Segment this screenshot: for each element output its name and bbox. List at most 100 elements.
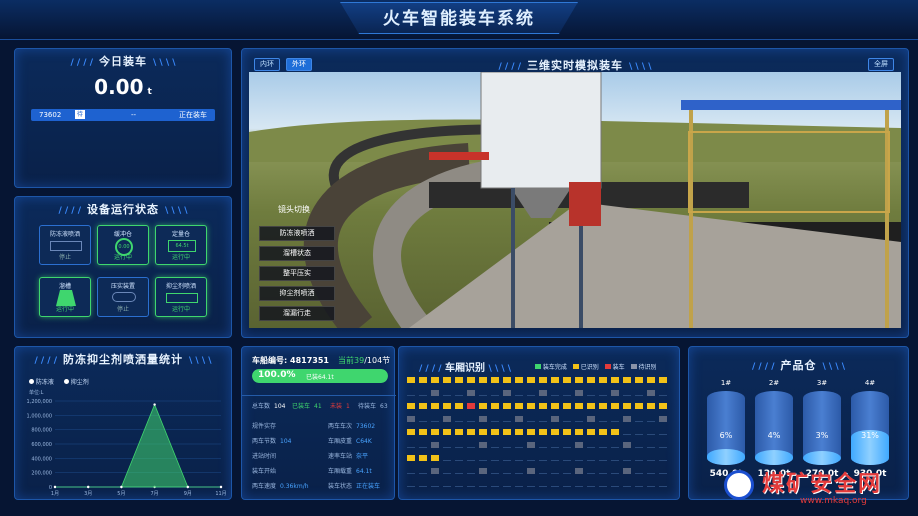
wagon-cell[interactable] <box>503 442 511 448</box>
wagon-cell[interactable] <box>635 403 643 409</box>
wagon-cell[interactable] <box>455 481 463 487</box>
wagon-cell[interactable] <box>455 442 463 448</box>
wagon-cell[interactable] <box>431 377 439 383</box>
wagon-cell[interactable] <box>515 403 523 409</box>
wagon-cell[interactable] <box>479 403 487 409</box>
wagon-cell[interactable] <box>635 442 643 448</box>
wagon-cell[interactable] <box>659 468 667 474</box>
wagon-cell[interactable] <box>611 481 619 487</box>
wagon-cell[interactable] <box>599 390 607 396</box>
wagon-cell[interactable] <box>539 468 547 474</box>
wagon-cell[interactable] <box>479 442 487 448</box>
wagon-cell[interactable] <box>503 468 511 474</box>
bin-cylinder[interactable]: 31% <box>851 391 889 465</box>
wagon-cell[interactable] <box>407 468 415 474</box>
wagon-cell[interactable] <box>467 377 475 383</box>
wagon-cell[interactable] <box>419 403 427 409</box>
wagon-cell[interactable] <box>563 429 571 435</box>
wagon-cell[interactable] <box>575 416 583 422</box>
wagon-cell[interactable] <box>539 442 547 448</box>
device-buffer-bin[interactable]: 缓冲仓 0.00 运行中 <box>97 225 149 265</box>
wagon-cell[interactable] <box>623 390 631 396</box>
wagon-cell[interactable] <box>407 377 415 383</box>
wagon-cell[interactable] <box>587 429 595 435</box>
wagon-cell[interactable] <box>503 455 511 461</box>
wagon-cell[interactable] <box>563 403 571 409</box>
tab-inner-ring[interactable]: 内环 <box>254 58 280 71</box>
wagon-cell[interactable] <box>527 390 535 396</box>
wagon-cell[interactable] <box>431 455 439 461</box>
bin-cylinder[interactable]: 4% <box>755 391 793 465</box>
wagon-cell[interactable] <box>539 403 547 409</box>
wagon-cell[interactable] <box>587 481 595 487</box>
wagon-cell[interactable] <box>455 468 463 474</box>
wagon-cell[interactable] <box>527 455 535 461</box>
wagon-cell[interactable] <box>443 416 451 422</box>
wagon-cell[interactable] <box>503 429 511 435</box>
wagon-cell[interactable] <box>563 442 571 448</box>
wagon-cell[interactable] <box>611 416 619 422</box>
wagon-cell[interactable] <box>443 429 451 435</box>
wagon-cell[interactable] <box>419 390 427 396</box>
wagon-cell[interactable] <box>503 416 511 422</box>
fullscreen-button[interactable]: 全屏 <box>868 58 894 71</box>
wagon-cell[interactable] <box>599 468 607 474</box>
wagon-cell[interactable] <box>575 390 583 396</box>
wagon-cell[interactable] <box>599 481 607 487</box>
wagon-cell[interactable] <box>587 416 595 422</box>
wagon-cell[interactable] <box>647 468 655 474</box>
wagon-cell[interactable] <box>647 429 655 435</box>
wagon-cell[interactable] <box>479 455 487 461</box>
camera-chute[interactable]: 溜槽状态 <box>259 246 335 261</box>
wagon-cell[interactable] <box>479 416 487 422</box>
wagon-cell[interactable] <box>467 468 475 474</box>
wagon-cell[interactable] <box>623 455 631 461</box>
wagon-cell[interactable] <box>419 429 427 435</box>
device-dust-suppression[interactable]: 抑尘剂喷洒 运行中 <box>155 277 207 317</box>
wagon-cell[interactable] <box>551 416 559 422</box>
wagon-cell[interactable] <box>431 416 439 422</box>
wagon-cell[interactable] <box>419 468 427 474</box>
wagon-cell[interactable] <box>467 455 475 461</box>
wagon-cell[interactable] <box>491 403 499 409</box>
wagon-cell[interactable] <box>647 377 655 383</box>
wagon-cell[interactable] <box>611 390 619 396</box>
device-chute[interactable]: 溜槽 运行中 <box>39 277 91 317</box>
wagon-cell[interactable] <box>467 429 475 435</box>
wagon-cell[interactable] <box>503 403 511 409</box>
wagon-cell[interactable] <box>635 416 643 422</box>
wagon-cell[interactable] <box>491 416 499 422</box>
wagon-cell[interactable] <box>407 442 415 448</box>
wagon-cell[interactable] <box>635 468 643 474</box>
wagon-cell[interactable] <box>407 429 415 435</box>
wagon-cell[interactable] <box>647 442 655 448</box>
wagon-cell[interactable] <box>659 377 667 383</box>
wagon-cell[interactable] <box>551 390 559 396</box>
wagon-cell[interactable] <box>443 455 451 461</box>
wagon-cell[interactable] <box>563 390 571 396</box>
wagon-cell[interactable] <box>527 429 535 435</box>
3d-scene-view[interactable] <box>249 72 901 328</box>
wagon-cell[interactable] <box>659 481 667 487</box>
wagon-cell[interactable] <box>575 429 583 435</box>
wagon-cell[interactable] <box>515 416 523 422</box>
wagon-cell[interactable] <box>455 390 463 396</box>
wagon-cell[interactable] <box>623 403 631 409</box>
wagon-cell[interactable] <box>659 442 667 448</box>
wagon-cell[interactable] <box>515 455 523 461</box>
wagon-cell[interactable] <box>611 468 619 474</box>
wagon-cell[interactable] <box>455 429 463 435</box>
wagon-cell[interactable] <box>599 429 607 435</box>
wagon-cell[interactable] <box>539 377 547 383</box>
wagon-cell[interactable] <box>551 442 559 448</box>
wagon-cell[interactable] <box>419 481 427 487</box>
wagon-cell[interactable] <box>659 429 667 435</box>
wagon-cell[interactable] <box>551 455 559 461</box>
wagon-cell[interactable] <box>623 429 631 435</box>
wagon-cell[interactable] <box>491 455 499 461</box>
wagon-cell[interactable] <box>539 390 547 396</box>
wagon-cell[interactable] <box>467 481 475 487</box>
wagon-cell[interactable] <box>551 377 559 383</box>
wagon-cell[interactable] <box>407 390 415 396</box>
wagon-cell[interactable] <box>539 481 547 487</box>
